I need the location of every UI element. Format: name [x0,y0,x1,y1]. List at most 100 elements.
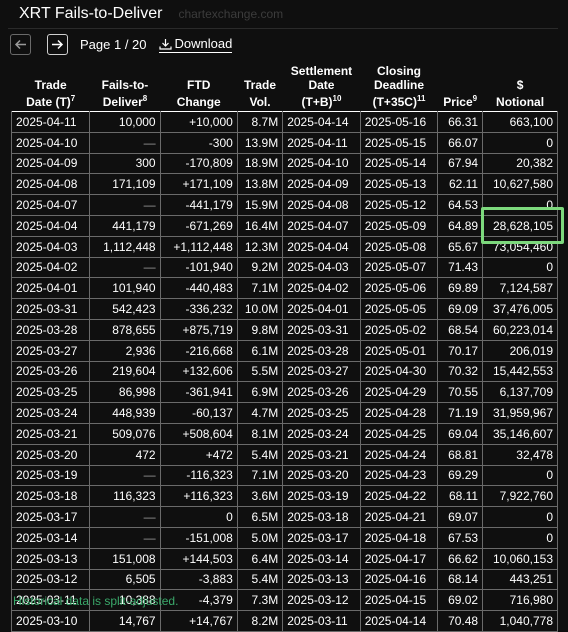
footnote: Historical data is split-adjusted. [13,594,179,608]
cell-price: 69.04 [437,422,484,445]
cell-fails-to-deliver: — [89,506,161,528]
cell-notional: 60,223,014 [482,318,558,341]
cell-ftd-change: -300 [159,131,238,154]
cell-price: 68.14 [437,568,484,591]
cell-trade-volume: 6.5M [236,506,284,528]
header-text: (T+35C) [372,95,417,109]
table-row: 2025-04-01 101,940 -440,483 7.1M 2025-04-02 2… [10,277,558,300]
cell-closing-deadline: 2025-04-22 [359,485,439,508]
header-line: Notional [485,92,556,109]
cell-ftd-change: +1,112,448 [159,235,238,258]
cell-fails-to-deliver: 86,998 [89,381,161,404]
header-line: Trade [244,78,277,92]
cell-fails-to-deliver: 542,423 [89,298,161,320]
cell-closing-deadline: 2025-04-23 [359,464,439,487]
cell-settlement-date: 2025-03-24 [282,422,361,445]
cell-trade-date: 2025-04-10 [10,131,91,154]
cell-price: 69.02 [437,589,484,612]
cell-settlement-date: 2025-04-03 [282,256,361,279]
cell-price: 64.89 [437,214,484,237]
cell-settlement-date: 2025-04-14 [282,111,361,133]
header-line: Settlement [290,64,353,78]
cell-notional: 32,478 [482,443,558,466]
footnote-marker: 9 [472,94,478,103]
cell-settlement-date: 2025-04-04 [282,235,361,258]
cell-fails-to-deliver: 1,112,448 [89,235,161,258]
cell-trade-date: 2025-03-20 [10,443,91,466]
column-header-trade-volume: Trade Vol. [237,64,282,112]
cell-fails-to-deliver: 6,505 [89,568,161,591]
cell-ftd-change: -336,232 [159,298,238,320]
cell-trade-date: 2025-04-09 [10,152,91,175]
cell-trade-date: 2025-03-10 [10,610,91,632]
cell-closing-deadline: 2025-05-09 [359,214,439,237]
footnote-marker: 10 [332,94,342,103]
header-text: Notional [496,95,545,109]
table-row: 2025-03-14— -151,008 5.0M 2025-03-17 2025-04… [10,526,558,549]
cell-settlement-date: 2025-03-18 [282,506,361,528]
cell-trade-date: 2025-04-08 [10,173,91,196]
cell-ftd-change: +875,719 [159,318,238,341]
footnote-marker: 11 [416,94,426,103]
cell-closing-deadline: 2025-05-02 [359,318,439,341]
cell-notional: 15,442,553 [482,360,558,383]
cell-closing-deadline: 2025-05-08 [359,235,439,258]
cell-closing-deadline: 2025-04-17 [359,547,439,570]
cell-notional: 31,959,967 [482,402,558,424]
cell-fails-to-deliver: 219,604 [89,360,161,383]
cell-closing-deadline: 2025-04-21 [359,506,439,528]
column-header-price: Price9 [438,64,483,112]
cell-trade-date: 2025-03-13 [10,547,91,570]
cell-price: 70.32 [437,360,484,383]
cell-trade-volume: 10.0M [236,298,284,320]
cell-trade-date: 2025-03-21 [10,422,91,445]
cell-trade-date: 2025-04-01 [10,277,91,300]
cell-settlement-date: 2025-03-21 [282,443,361,466]
next-page-button[interactable] [47,34,68,55]
cell-ftd-change: -441,179 [159,194,238,216]
table-row: 2025-03-28 878,655 +875,719 9.8M 2025-03-31 2… [10,318,558,341]
table-row: 2025-03-26 219,604 +132,606 5.5M 2025-03-27 2… [10,360,558,383]
cell-trade-volume: 12.3M [236,235,284,258]
cell-closing-deadline: 2025-04-16 [359,568,439,591]
download-link[interactable]: Download [158,36,233,53]
cell-ftd-change: -60,137 [159,402,238,424]
cell-closing-deadline: 2025-05-14 [359,152,439,175]
cell-trade-date: 2025-03-24 [10,402,91,424]
cell-settlement-date: 2025-04-09 [282,173,361,196]
cell-settlement-date: 2025-03-20 [282,464,361,487]
arrow-right-icon [52,39,64,50]
cell-trade-date: 2025-04-07 [10,194,91,216]
table-row: 2025-04-07— -441,179 15.9M 2025-04-08 2025-0… [10,194,558,216]
cell-notional: 6,137,709 [482,381,558,404]
download-label: Download [174,36,233,51]
cell-closing-deadline: 2025-05-07 [359,256,439,279]
cell-trade-date: 2025-03-12 [10,568,91,591]
cell-price: 65.67 [437,235,484,258]
cell-fails-to-deliver: 151,008 [89,547,161,570]
header-text: Date (T) [26,95,71,109]
cell-closing-deadline: 2025-05-13 [359,173,439,196]
cell-trade-volume: 5.4M [236,568,284,591]
cell-price: 68.54 [437,318,484,341]
cell-ftd-change: +144,503 [159,547,238,570]
table-row: 2025-03-24 448,939 -60,137 4.7M 2025-03-25 20… [10,402,558,424]
cell-settlement-date: 2025-04-08 [282,194,361,216]
cell-fails-to-deliver: 101,940 [89,277,161,300]
cell-fails-to-deliver: — [89,256,161,279]
download-icon [158,38,172,50]
pager: Page 1 / 20 Download [10,34,233,55]
table-row: 2025-03-21 509,076 +508,604 8.1M 2025-03-24 2… [10,422,558,445]
header-text: Change [176,95,221,109]
header-line: Date (T)7 [14,92,88,109]
cell-settlement-date: 2025-04-02 [282,277,361,300]
column-header-ftd-change: FTD Change [160,64,237,112]
table-row: 2025-04-11 10,000 +10,000 8.7M 2025-04-14 202… [10,111,558,133]
cell-closing-deadline: 2025-05-05 [359,298,439,320]
cell-price: 66.62 [437,547,484,570]
cell-trade-date: 2025-03-27 [10,339,91,362]
cell-ftd-change: +14,767 [159,610,238,632]
cell-trade-volume: 13.8M [236,173,284,196]
previous-page-button[interactable] [10,34,31,55]
cell-price: 62.11 [437,173,484,196]
